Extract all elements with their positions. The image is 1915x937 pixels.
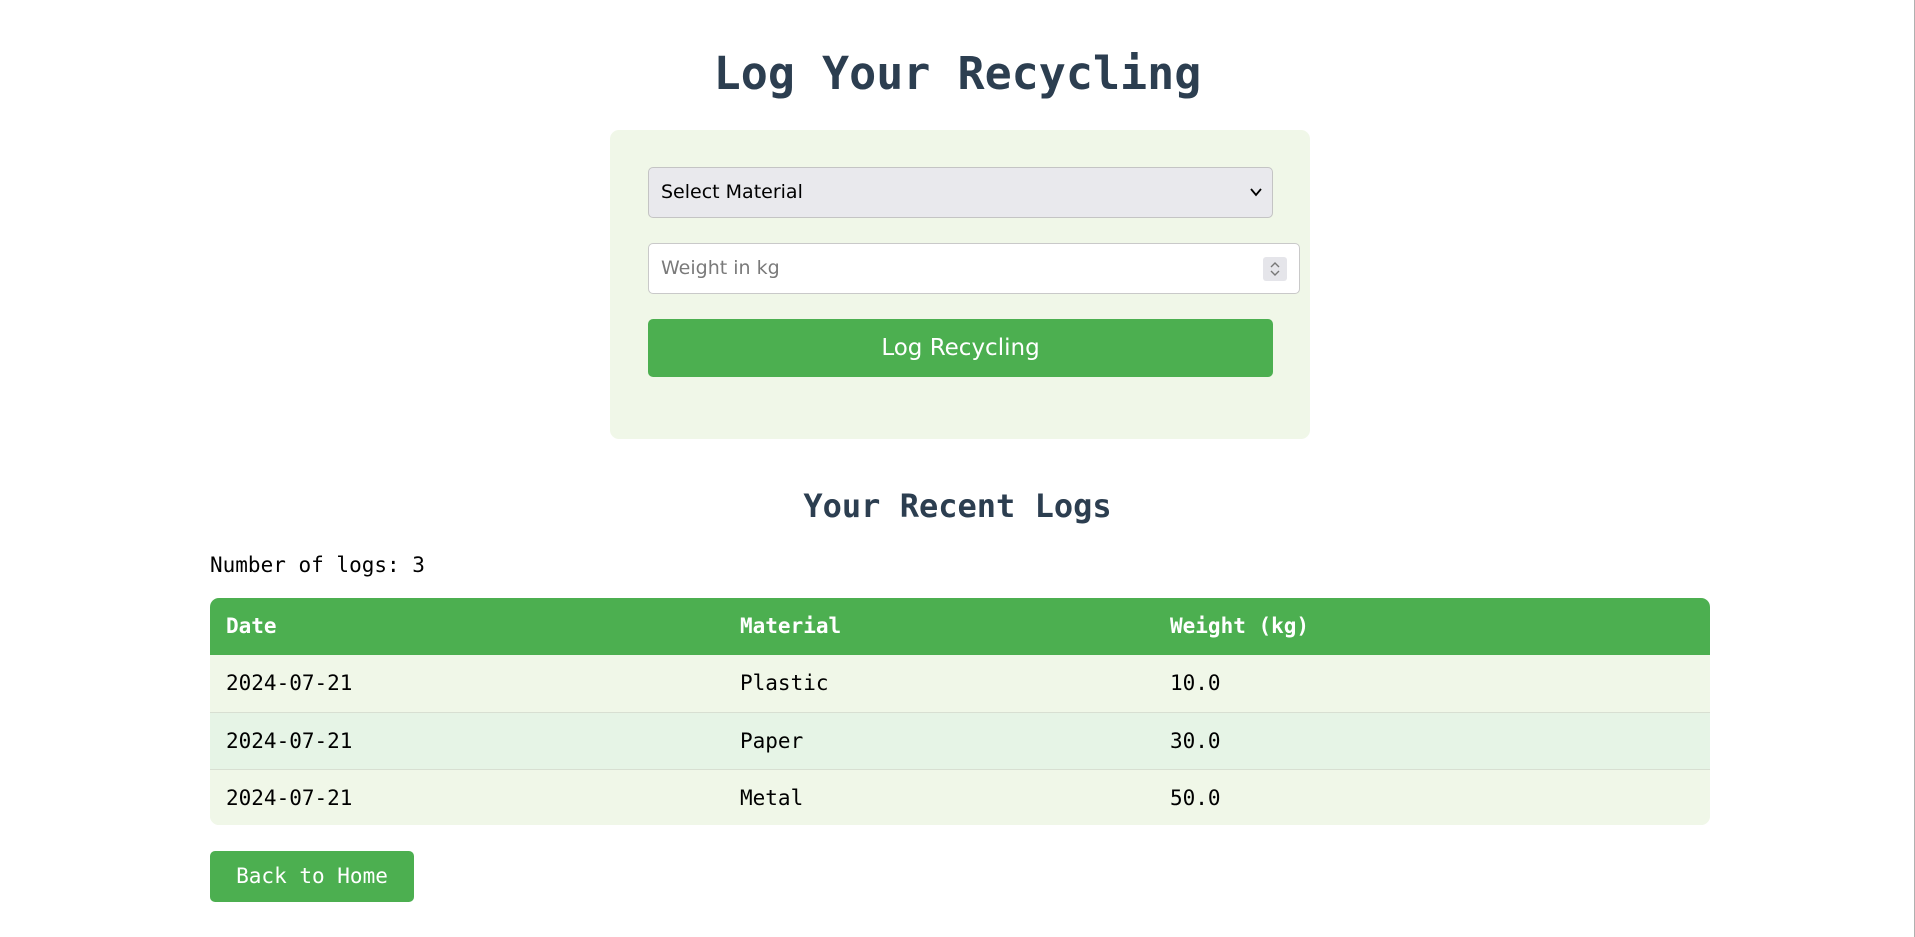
- material-select[interactable]: Select Material: [648, 167, 1273, 218]
- page-title: Log Your Recycling: [713, 47, 1202, 100]
- table-header: Date Material Weight (kg): [210, 598, 1710, 655]
- cell-date: 2024-07-21: [226, 729, 353, 753]
- log-recycling-button[interactable]: Log Recycling: [648, 319, 1273, 377]
- column-header-material: Material: [740, 614, 842, 638]
- cell-material: Paper: [740, 729, 804, 753]
- cell-weight: 50.0: [1170, 786, 1221, 810]
- table-row: 2024-07-21 Paper 30.0: [210, 712, 1710, 770]
- cell-material: Plastic: [740, 671, 829, 695]
- spinner-icon[interactable]: [1263, 257, 1287, 281]
- log-count: Number of logs: 3: [210, 553, 425, 577]
- table-row: 2024-07-21 Metal 50.0: [210, 769, 1710, 825]
- recent-logs-title: Your Recent Logs: [803, 487, 1112, 525]
- cell-weight: 30.0: [1170, 729, 1221, 753]
- column-header-weight: Weight (kg): [1170, 614, 1310, 638]
- back-to-home-button[interactable]: Back to Home: [210, 851, 414, 902]
- logs-table: Date Material Weight (kg) 2024-07-21 Pla…: [210, 598, 1710, 825]
- cell-material: Metal: [740, 786, 804, 810]
- weight-input[interactable]: Weight in kg: [648, 243, 1300, 294]
- weight-input-placeholder: Weight in kg: [661, 257, 780, 279]
- column-header-date: Date: [226, 614, 277, 638]
- recycling-form: Select Material Weight in kg Log Recycli…: [610, 130, 1310, 439]
- chevron-down-icon: [1250, 188, 1262, 197]
- cell-date: 2024-07-21: [226, 671, 353, 695]
- material-select-value: Select Material: [661, 181, 803, 203]
- cell-date: 2024-07-21: [226, 786, 353, 810]
- cell-weight: 10.0: [1170, 671, 1221, 695]
- table-row: 2024-07-21 Plastic 10.0: [210, 655, 1710, 712]
